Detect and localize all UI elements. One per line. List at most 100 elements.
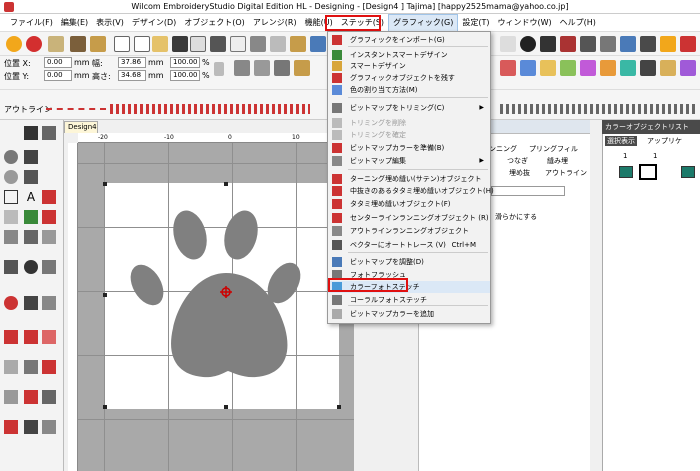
selection-handle[interactable] xyxy=(103,182,107,186)
wilcom-logo-icon[interactable] xyxy=(6,36,22,52)
motif-icon[interactable] xyxy=(560,60,576,76)
print-preview-icon[interactable] xyxy=(190,36,206,52)
measure-tool-icon[interactable] xyxy=(42,420,56,434)
monogram-icon[interactable] xyxy=(660,60,676,76)
save-icon[interactable] xyxy=(172,36,188,52)
paste-icon[interactable] xyxy=(290,36,306,52)
shape-icon[interactable] xyxy=(620,60,636,76)
undo-icon[interactable] xyxy=(310,36,326,52)
menu-help[interactable]: ヘルプ(H) xyxy=(556,15,600,31)
rectangle-tool-icon[interactable] xyxy=(4,190,18,204)
motif-tool-icon[interactable] xyxy=(42,390,56,404)
menu-graphics[interactable]: グラフィック(G) xyxy=(388,13,459,32)
tsunagi-tab[interactable]: つなぎ xyxy=(507,156,528,166)
outline-style-dashed[interactable] xyxy=(46,108,106,110)
paw-thumbnail-selected[interactable] xyxy=(639,164,657,180)
graphics-menu-item[interactable]: ターニング埋め縫い(サテン)オブジェクト xyxy=(328,173,490,185)
run-icon[interactable] xyxy=(4,260,18,274)
node-tool-icon[interactable] xyxy=(24,170,38,184)
lock-proportions-icon[interactable] xyxy=(214,62,224,76)
fill-style-swatches[interactable] xyxy=(500,104,696,114)
circle-tool-icon[interactable] xyxy=(4,150,18,164)
menu-view[interactable]: 表示(V) xyxy=(92,15,128,31)
column-icon[interactable] xyxy=(42,230,56,244)
scale-w-field[interactable]: 100.00 xyxy=(170,57,200,68)
lettering-icon[interactable] xyxy=(42,190,56,204)
stitch-type-dropdown[interactable] xyxy=(491,186,565,196)
umenuki-tab[interactable]: 埋め抜 xyxy=(509,168,530,178)
spring-fill-tab[interactable]: プリングフィル xyxy=(529,144,578,154)
tab-design4[interactable]: Design4 xyxy=(64,121,98,133)
tatami-icon[interactable] xyxy=(24,330,38,344)
cut-icon[interactable] xyxy=(250,36,266,52)
menu-window[interactable]: ウィンドウ(W) xyxy=(493,15,555,31)
photo-icon[interactable] xyxy=(4,420,18,434)
paw-print-graphic[interactable] xyxy=(78,143,354,471)
graphics-menu-item[interactable]: センターラインランニングオブジェクト (R) xyxy=(328,212,490,224)
measure-icon[interactable] xyxy=(600,36,616,52)
menu-design[interactable]: デザイン(D) xyxy=(128,15,180,31)
font-icon[interactable] xyxy=(640,60,656,76)
menu-object[interactable]: オブジェクト(O) xyxy=(180,15,249,31)
graphics-menu-item[interactable]: ベクターにオートトレース (V) Ctrl+M xyxy=(328,239,490,251)
width-field[interactable]: 37.86 xyxy=(118,57,146,68)
design-canvas[interactable] xyxy=(78,143,354,471)
help-icon[interactable] xyxy=(680,36,696,52)
layers-icon[interactable] xyxy=(640,36,656,52)
trueview-icon[interactable] xyxy=(560,36,576,52)
selection-handle[interactable] xyxy=(224,182,228,186)
hoop-tool-icon[interactable] xyxy=(4,210,18,224)
select-arrow-icon[interactable] xyxy=(24,126,38,140)
grid-icon[interactable] xyxy=(580,36,596,52)
digitize-open-icon[interactable] xyxy=(4,230,18,244)
graphics-menu-item[interactable]: タタミ埋め縫いオブジェクト(F) xyxy=(328,198,490,210)
menu-arrange[interactable]: アレンジ(R) xyxy=(249,15,301,31)
outline-tab[interactable]: アウトライン xyxy=(545,168,587,178)
target-icon[interactable] xyxy=(24,260,38,274)
fill-type-icon[interactable] xyxy=(520,60,536,76)
graphics-menu-item[interactable]: ビットマップをトリミング(C) ▶ xyxy=(328,102,490,114)
toolbar-icon[interactable] xyxy=(500,36,516,52)
selection-handle[interactable] xyxy=(224,405,228,409)
graphics-menu-item[interactable]: ビットマップを調整(D) xyxy=(328,256,490,268)
crossstitch-icon[interactable] xyxy=(24,390,38,404)
effects-icon[interactable] xyxy=(680,60,696,76)
pos-x-field[interactable]: 0.00 xyxy=(44,57,72,68)
fill-tool-icon[interactable] xyxy=(4,390,18,404)
new-from-template-icon[interactable] xyxy=(134,36,150,52)
flip-vertical-icon[interactable] xyxy=(234,60,250,76)
polygon-icon[interactable] xyxy=(24,296,38,310)
graphics-menu-item[interactable]: アウトラインランニングオブジェクト xyxy=(328,225,490,237)
stitch-icon[interactable] xyxy=(42,330,56,344)
color-swatch-thumbnail-2[interactable] xyxy=(681,166,695,178)
stop-icon[interactable] xyxy=(4,296,18,310)
menu-settings[interactable]: 設定(T) xyxy=(458,15,493,31)
print-icon[interactable] xyxy=(210,36,226,52)
selection-handle[interactable] xyxy=(337,405,341,409)
star-icon[interactable] xyxy=(600,60,616,76)
zigzag-icon[interactable] xyxy=(4,360,18,374)
graphics-menu-item[interactable]: 中抜きのあるタタミ埋め縫いオブジェクト(H) xyxy=(328,185,494,197)
graphics-menu-item[interactable]: グラフィックをインポート(G) xyxy=(328,34,490,46)
zoom-icon[interactable] xyxy=(620,36,636,52)
w-logo-icon[interactable] xyxy=(26,36,42,52)
pattern-icon[interactable] xyxy=(540,60,556,76)
ellipse-tool-icon[interactable] xyxy=(4,170,18,184)
color-swatch-thumbnail[interactable] xyxy=(619,166,633,178)
flip-horizontal-icon[interactable] xyxy=(254,60,270,76)
running-tab[interactable]: ンニング xyxy=(489,144,517,154)
applique-tool-icon[interactable] xyxy=(24,360,38,374)
balloon-icon[interactable] xyxy=(48,36,64,52)
new-document-icon[interactable] xyxy=(114,36,130,52)
height-field[interactable]: 34.68 xyxy=(118,70,146,81)
menu-edit[interactable]: 編集(E) xyxy=(57,15,92,31)
graphics-menu-item[interactable]: ビットマップ編集 ▶ xyxy=(328,155,490,167)
open-icon[interactable] xyxy=(152,36,168,52)
graphics-menu-item[interactable]: ビットマップカラーを準備(B) xyxy=(328,142,490,154)
info-icon[interactable] xyxy=(520,36,536,52)
selection-handle[interactable] xyxy=(103,293,107,297)
scale-h-field[interactable]: 100.00 xyxy=(170,70,200,81)
stitch-type-icon[interactable] xyxy=(500,60,516,76)
pos-y-field[interactable]: 0.00 xyxy=(44,70,72,81)
outline-style-swatches[interactable] xyxy=(110,104,310,114)
